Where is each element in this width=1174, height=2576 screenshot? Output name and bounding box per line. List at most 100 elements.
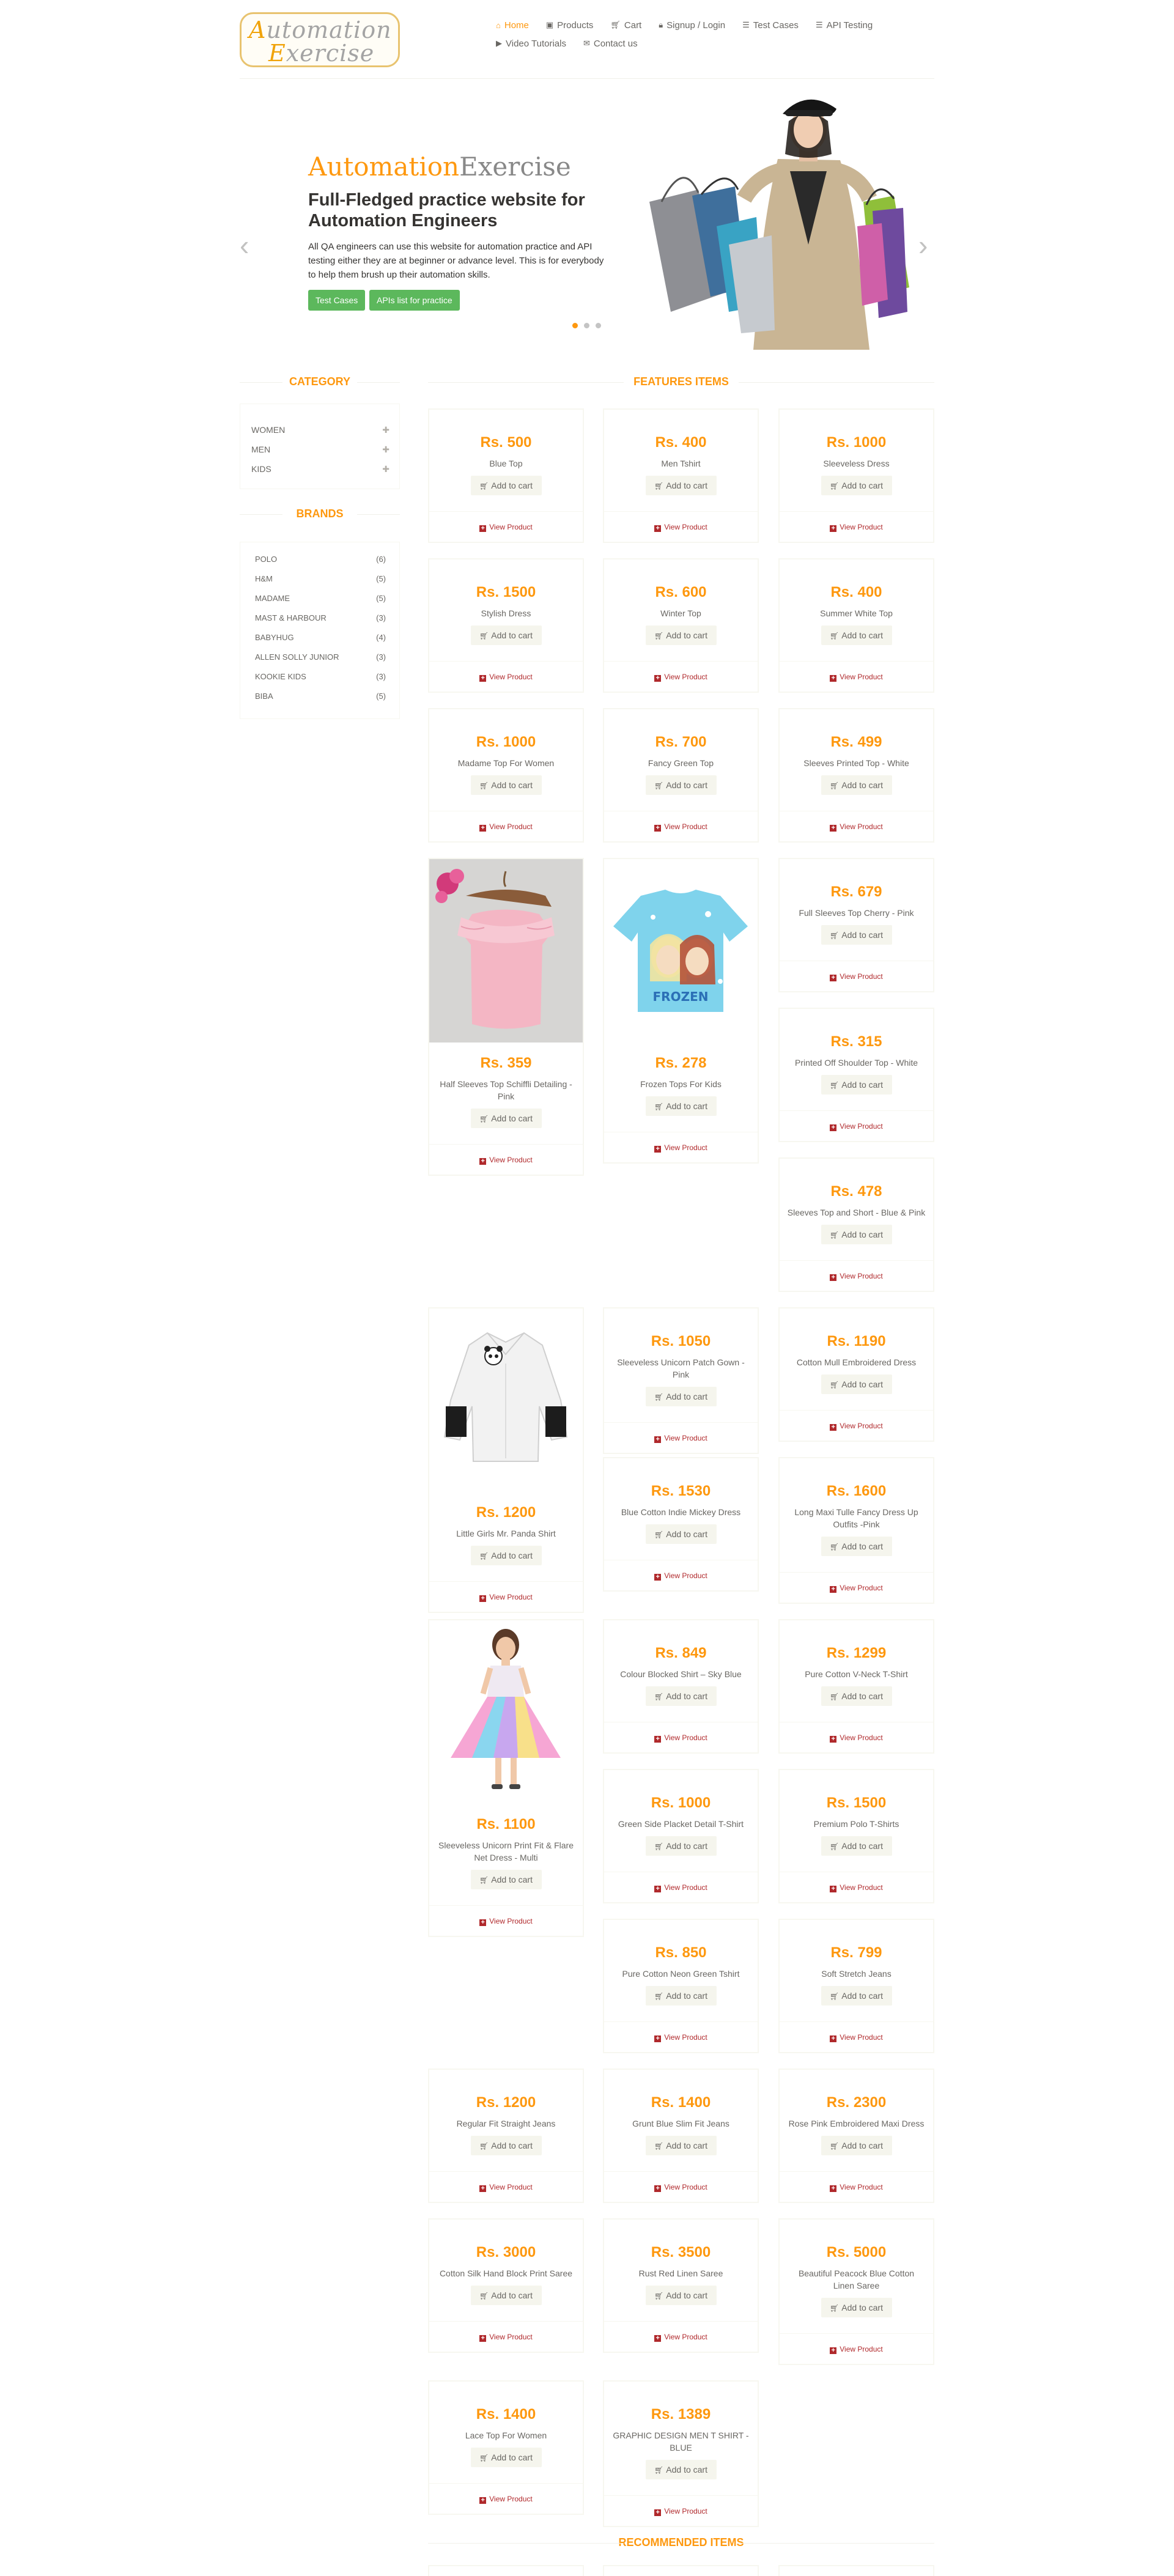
add-to-cart-button[interactable]: 🛒︎ Add to cart [470,1870,542,1889]
product-image[interactable] [429,1620,583,1804]
carousel-next-icon[interactable]: › [918,231,928,259]
add-to-cart-button[interactable]: 🛒︎ Add to cart [470,1109,542,1128]
view-product-link[interactable]: + View Product [429,1145,583,1175]
carousel-dot-1[interactable] [572,323,578,328]
product-image[interactable]: FROZEN [604,859,758,1043]
view-product-link[interactable]: + View Product [780,1872,933,1902]
apis-list-button[interactable]: APIs list for practice [369,290,460,311]
add-to-cart-button[interactable]: 🛒︎ Add to cart [645,2286,717,2305]
product-image[interactable] [429,1308,583,1492]
add-to-cart-button[interactable]: 🛒︎ Add to cart [821,1986,892,2006]
add-to-cart-button[interactable]: 🛒︎ Add to cart [645,626,717,645]
brand-item[interactable]: BIBA (5) [255,692,386,701]
view-product-link[interactable]: + View Product [604,1722,758,1752]
brand-item[interactable]: MADAME (5) [255,594,386,603]
view-product-link[interactable]: + View Product [429,811,583,841]
brand-item[interactable]: MAST & HARBOUR (3) [255,613,386,622]
add-to-cart-button[interactable]: 🛒︎ Add to cart [645,476,717,495]
view-product-link[interactable]: + View Product [429,2322,583,2352]
add-to-cart-button[interactable]: 🛒︎ Add to cart [470,2136,542,2155]
nav-contact-us[interactable]: ✉ Contact us [575,39,646,49]
view-product-link[interactable]: + View Product [780,1411,933,1441]
view-product-link[interactable]: + View Product [429,1582,583,1612]
nav-signup-login[interactable]: 🔒︎ Signup / Login [650,20,734,31]
view-product-link[interactable]: + View Product [780,2334,933,2364]
add-to-cart-button[interactable]: 🛒︎ Add to cart [821,1225,892,1244]
add-to-cart-button[interactable]: 🛒︎ Add to cart [470,1546,542,1565]
view-product-link[interactable]: + View Product [780,512,933,542]
add-to-cart-button[interactable]: 🛒︎ Add to cart [645,1686,717,1706]
nav-test-cases[interactable]: ☰ Test Cases [734,20,807,31]
view-product-link[interactable]: + View Product [429,2484,583,2514]
view-product-link[interactable]: + View Product [429,2172,583,2202]
view-product-link[interactable]: + View Product [780,961,933,991]
view-product-link[interactable]: + View Product [429,662,583,692]
view-product-link[interactable]: + View Product [604,2172,758,2202]
nav-video-tutorials[interactable]: ▶ Video Tutorials [487,39,575,49]
add-to-cart-button[interactable]: 🛒︎ Add to cart [821,1686,892,1706]
category-kids[interactable]: KIDS ✚ [251,464,389,474]
view-product-link[interactable]: + View Product [780,662,933,692]
view-product-link[interactable]: + View Product [604,1132,758,1162]
add-to-cart-button[interactable]: 🛒︎ Add to cart [821,476,892,495]
brand-item[interactable]: H&M (5) [255,574,386,583]
add-to-cart-button[interactable]: 🛒︎ Add to cart [821,2136,892,2155]
brand-item[interactable]: POLO (6) [255,555,386,564]
nav-products[interactable]: ▣ Products [537,20,602,31]
add-to-cart-button[interactable]: 🛒︎ Add to cart [821,2298,892,2317]
add-to-cart-button[interactable]: 🛒︎ Add to cart [645,1096,717,1116]
add-to-cart-button[interactable]: 🛒︎ Add to cart [821,1375,892,1394]
test-cases-button[interactable]: Test Cases [308,290,366,311]
carousel-prev-icon[interactable]: ‹ [240,231,249,259]
add-to-cart-button[interactable]: 🛒︎ Add to cart [821,1075,892,1094]
view-product-link[interactable]: + View Product [780,1261,933,1291]
site-logo[interactable]: Automation Exercise [240,12,400,67]
view-product-link[interactable]: + View Product [604,2322,758,2352]
add-to-cart-button[interactable]: 🛒︎ Add to cart [470,2448,542,2467]
view-product-link[interactable]: + View Product [604,1560,758,1590]
carousel-dot-3[interactable] [596,323,601,328]
add-to-cart-button[interactable]: 🛒︎ Add to cart [645,2460,717,2479]
view-product-link[interactable]: + View Product [780,1111,933,1141]
view-product-link[interactable]: + View Product [429,1906,583,1936]
add-to-cart-button[interactable]: 🛒︎ Add to cart [821,1836,892,1856]
view-product-link[interactable]: + View Product [604,1872,758,1902]
view-product-link[interactable]: + View Product [780,1573,933,1603]
brand-item[interactable]: KOOKIE KIDS (3) [255,672,386,681]
add-to-cart-button[interactable]: 🛒︎ Add to cart [821,626,892,645]
view-product-link[interactable]: + View Product [604,662,758,692]
add-to-cart-button[interactable]: 🛒︎ Add to cart [645,2136,717,2155]
add-to-cart-button[interactable]: 🛒︎ Add to cart [645,1986,717,2006]
brand-item[interactable]: BABYHUG (4) [255,633,386,642]
carousel-dot-2[interactable] [584,323,589,328]
view-product-link[interactable]: + View Product [604,2022,758,2052]
view-product-link[interactable]: + View Product [780,2022,933,2052]
nav-cart[interactable]: 🛒︎ Cart [602,20,650,31]
add-to-cart-button[interactable]: 🛒︎ Add to cart [821,1537,892,1556]
view-product-link[interactable]: + View Product [604,811,758,841]
add-to-cart-button[interactable]: 🛒︎ Add to cart [470,2286,542,2305]
add-to-cart-button[interactable]: 🛒︎ Add to cart [645,1387,717,1406]
view-product-link[interactable]: + View Product [780,1722,933,1752]
product-image[interactable] [429,859,583,1043]
view-product-link[interactable]: + View Product [780,2172,933,2202]
nav-api-testing[interactable]: ☰ API Testing [807,20,881,31]
category-women[interactable]: WOMEN ✚ [251,425,389,435]
add-to-cart-button[interactable]: 🛒︎ Add to cart [470,476,542,495]
plus-square-icon: + [830,825,837,832]
view-product-link[interactable]: + View Product [604,512,758,542]
add-to-cart-button[interactable]: 🛒︎ Add to cart [470,775,542,795]
view-product-link[interactable]: + View Product [429,512,583,542]
nav-home[interactable]: ⌂ Home [487,20,537,31]
add-to-cart-button[interactable]: 🛒︎ Add to cart [470,626,542,645]
view-product-link[interactable]: + View Product [604,1423,758,1453]
view-product-link[interactable]: + View Product [604,2496,758,2526]
add-to-cart-button[interactable]: 🛒︎ Add to cart [645,1836,717,1856]
add-to-cart-button[interactable]: 🛒︎ Add to cart [645,1524,717,1544]
view-product-link[interactable]: + View Product [780,811,933,841]
add-to-cart-button[interactable]: 🛒︎ Add to cart [821,775,892,795]
add-to-cart-button[interactable]: 🛒︎ Add to cart [821,925,892,945]
category-men[interactable]: MEN ✚ [251,445,389,454]
add-to-cart-button[interactable]: 🛒︎ Add to cart [645,775,717,795]
brand-item[interactable]: ALLEN SOLLY JUNIOR (3) [255,652,386,662]
